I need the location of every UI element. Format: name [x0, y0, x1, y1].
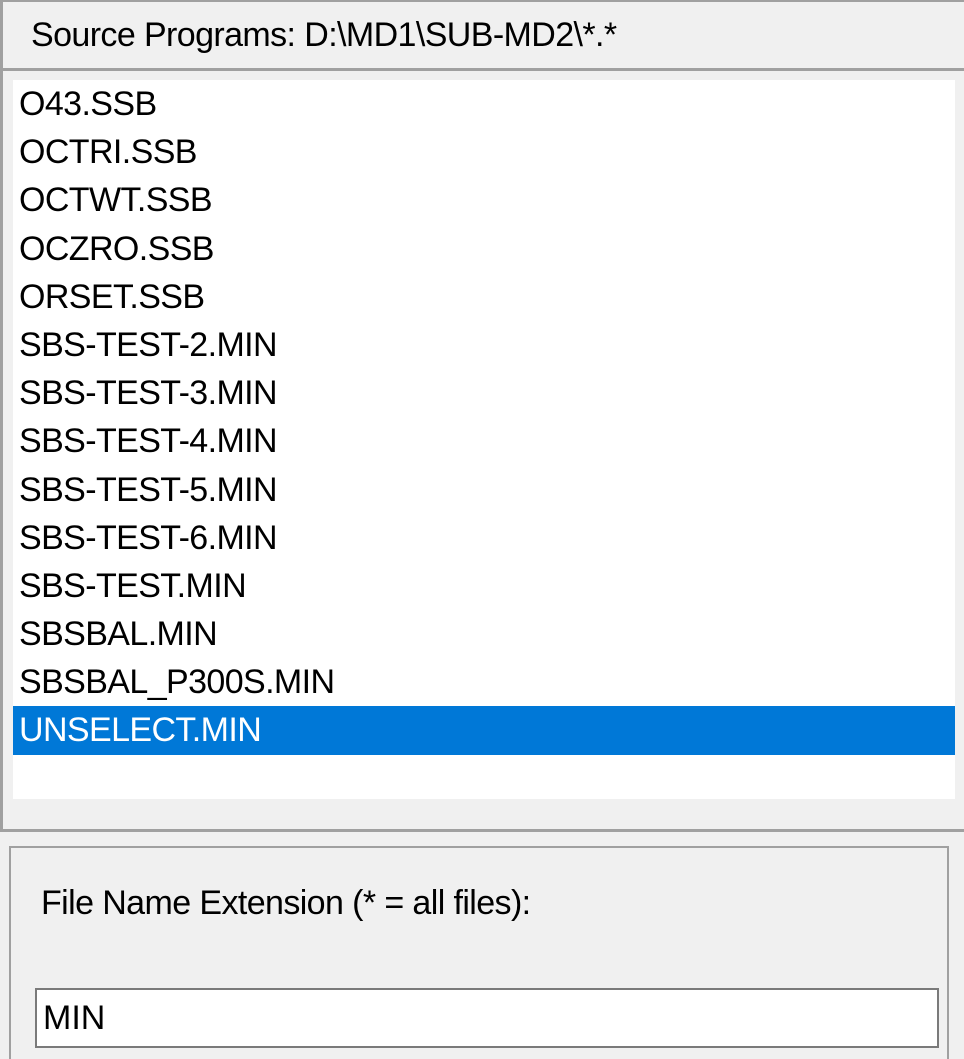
section-divider: [0, 829, 964, 832]
list-item[interactable]: SBS-TEST-5.MIN: [13, 466, 955, 514]
list-item[interactable]: SBS-TEST-4.MIN: [13, 417, 955, 465]
source-programs-header: Source Programs: D:\MD1\SUB-MD2\*.*: [0, 0, 964, 68]
extension-input[interactable]: [35, 988, 939, 1048]
list-item[interactable]: SBSBAL.MIN: [13, 610, 955, 658]
list-item[interactable]: ORSET.SSB: [13, 273, 955, 321]
list-item[interactable]: SBSBAL_P300S.MIN: [13, 658, 955, 706]
extension-groupbox: File Name Extension (* = all files):: [9, 846, 949, 1059]
list-item-selected[interactable]: UNSELECT.MIN: [13, 706, 955, 755]
file-list-frame: O43.SSB OCTRI.SSB OCTWT.SSB OCZRO.SSB OR…: [0, 68, 964, 830]
list-item[interactable]: SBS-TEST.MIN: [13, 562, 955, 610]
list-item[interactable]: OCZRO.SSB: [13, 225, 955, 273]
extension-label: File Name Extension (* = all files):: [41, 884, 531, 922]
list-item[interactable]: OCTWT.SSB: [13, 176, 955, 224]
list-item[interactable]: SBS-TEST-3.MIN: [13, 369, 955, 417]
list-item[interactable]: O43.SSB: [13, 80, 955, 128]
list-item[interactable]: SBS-TEST-6.MIN: [13, 514, 955, 562]
list-item[interactable]: OCTRI.SSB: [13, 128, 955, 176]
source-programs-title: Source Programs: D:\MD1\SUB-MD2\*.*: [31, 16, 617, 54]
source-programs-panel: Source Programs: D:\MD1\SUB-MD2\*.* O43.…: [0, 0, 964, 1059]
list-item[interactable]: SBS-TEST-2.MIN: [13, 321, 955, 369]
file-listbox[interactable]: O43.SSB OCTRI.SSB OCTWT.SSB OCZRO.SSB OR…: [13, 80, 955, 799]
